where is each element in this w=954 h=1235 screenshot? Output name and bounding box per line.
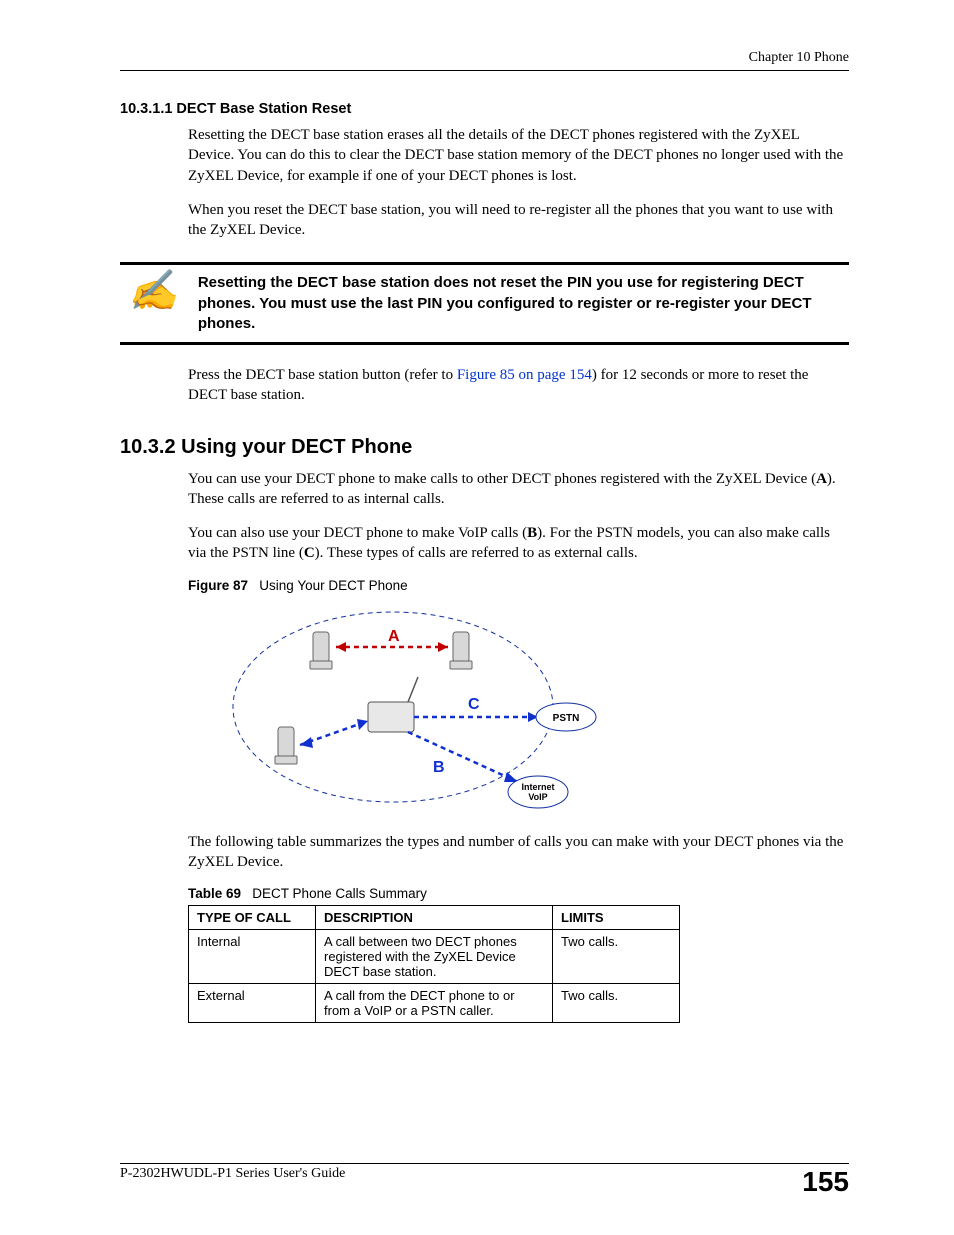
table-title: DECT Phone Calls Summary [252,886,427,901]
cell: Internal [189,930,316,984]
note-text: Resetting the DECT base station does not… [198,273,849,334]
table-69: TYPE OF CALL DESCRIPTION LIMITS Internal… [188,905,680,1023]
label-B: B [433,759,445,776]
paragraph: When you reset the DECT base station, yo… [188,200,849,241]
page-number: 155 [802,1166,849,1198]
router-icon [368,677,418,732]
table-row: External A call from the DECT phone to o… [189,984,680,1023]
phone-icon [450,632,472,669]
cell: A call from the DECT phone to or from a … [316,984,553,1023]
label-C: C [468,696,480,713]
page-header: Chapter 10 Phone [120,50,849,71]
paragraph: You can also use your DECT phone to make… [188,523,849,564]
bold-A: A [816,471,827,487]
cell: Two calls. [553,984,680,1023]
text: Press the DECT base station button (refe… [188,367,457,383]
internet-label2: VoIP [528,792,547,802]
cell: A call between two DECT phones registere… [316,930,553,984]
note-callout: ✍ Resetting the DECT base station does n… [120,262,849,345]
footer-guide-title: P-2302HWUDL-P1 Series User's Guide [120,1166,345,1182]
figure-caption: Figure 87 Using Your DECT Phone [188,578,849,593]
chapter-title: Chapter 10 Phone [749,50,849,65]
paragraph: You can use your DECT phone to make call… [188,469,849,510]
pstn-cloud-icon: PSTN [536,703,596,731]
bold-C: C [304,545,315,561]
figure-title: Using Your DECT Phone [259,578,407,593]
cell: External [189,984,316,1023]
internet-cloud-icon: Internet VoIP [508,776,568,808]
phone-icon [310,632,332,669]
pstn-label: PSTN [553,713,580,724]
paragraph: Resetting the DECT base station erases a… [188,125,849,186]
internet-label1: Internet [521,782,554,792]
phone-icon [275,727,297,764]
col-header: DESCRIPTION [316,906,553,930]
heading-10-3-2: 10.3.2 Using your DECT Phone [120,436,849,459]
crossref-link[interactable]: Figure 85 on page 154 [457,367,592,383]
dect-diagram-svg: A C B PSTN [218,597,618,817]
heading-10-3-1-1: 10.3.1.1 DECT Base Station Reset [120,101,849,117]
table-caption: Table 69 DECT Phone Calls Summary [188,886,849,901]
label-A: A [388,628,400,645]
bold-B: B [527,525,537,541]
table-row: Internal A call between two DECT phones … [189,930,680,984]
page-footer: P-2302HWUDL-P1 Series User's Guide 155 [120,1163,849,1198]
table-label: Table 69 [188,886,241,901]
col-header: LIMITS [553,906,680,930]
paragraph: Press the DECT base station button (refe… [188,365,849,406]
col-header: TYPE OF CALL [189,906,316,930]
note-icon: ✍ [120,273,178,309]
figure-diagram: A C B PSTN [218,597,849,822]
text: ). These types of calls are referred to … [315,545,638,561]
table-header-row: TYPE OF CALL DESCRIPTION LIMITS [189,906,680,930]
cell: Two calls. [553,930,680,984]
text: You can also use your DECT phone to make… [188,525,527,541]
figure-label: Figure 87 [188,578,248,593]
paragraph: The following table summarizes the types… [188,832,849,873]
text: You can use your DECT phone to make call… [188,471,816,487]
